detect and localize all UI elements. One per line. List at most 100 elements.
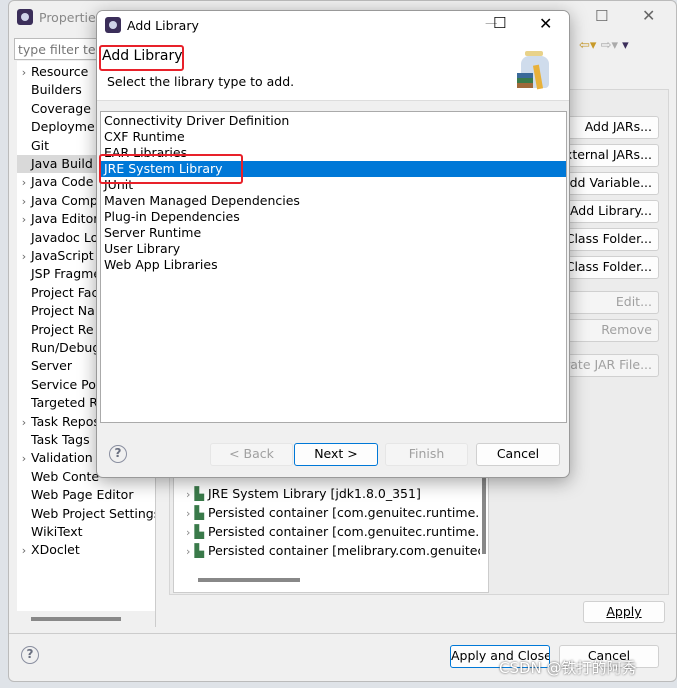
library-entry-label: Persisted container [com.genuitec.runtim… <box>208 505 480 520</box>
tree-item[interactable]: Web Project Settings <box>17 505 155 523</box>
library-type-item[interactable]: User Library <box>101 241 566 257</box>
add-library-dialog: Add Library — ☐ ✕ Add Library Select the… <box>96 10 570 478</box>
tree-item-label: JavaScript <box>31 248 94 263</box>
apply-label: Apply <box>606 604 642 619</box>
library-entry-label: Persisted container [com.genuitec.runtim… <box>208 524 480 539</box>
back-arrow-icon[interactable]: ⇦▾ <box>579 38 596 53</box>
tree-item-label: Git <box>31 137 50 153</box>
chevron-right-icon[interactable]: › <box>17 64 31 82</box>
library-icon: ▙ <box>194 486 205 501</box>
chevron-right-icon[interactable]: › <box>17 450 31 468</box>
menu-icon[interactable]: ▾ <box>622 38 629 53</box>
tree-item[interactable]: Deployme <box>17 118 95 136</box>
library-entry[interactable]: › ▙ Persisted container [melibrary.com.g… <box>174 541 480 560</box>
cancel-button[interactable]: Cancel <box>476 443 560 466</box>
tree-item-label: Java Build P <box>31 156 105 171</box>
tree-scrollbar[interactable] <box>31 617 121 621</box>
chevron-right-icon[interactable]: › <box>17 211 31 229</box>
nav-arrows[interactable]: ⇦▾ ⇨▾ ▾ <box>579 38 629 53</box>
library-type-item[interactable]: Connectivity Driver Definition <box>101 113 566 129</box>
tree-item[interactable]: WikiText <box>17 523 83 541</box>
close-button[interactable]: ✕ <box>539 14 552 33</box>
eclipse-icon <box>17 9 33 25</box>
tree-item[interactable]: › Java Comp <box>17 192 98 210</box>
tree-item-label: Builders <box>31 82 82 98</box>
help-icon[interactable]: ? <box>109 445 127 463</box>
library-type-item[interactable]: Server Runtime <box>101 225 566 241</box>
close-button[interactable]: ✕ <box>642 6 655 25</box>
chevron-right-icon[interactable]: › <box>17 542 31 560</box>
forward-arrow-icon[interactable]: ⇨▾ <box>601 38 618 53</box>
tree-item[interactable]: Project Re <box>17 321 94 339</box>
tree-item[interactable]: › JavaScript <box>17 247 94 265</box>
tree-item-label: Java Comp <box>31 192 98 208</box>
tree-item[interactable]: Coverage <box>17 100 91 118</box>
tree-item[interactable]: Git <box>17 137 49 155</box>
chevron-right-icon[interactable]: › <box>17 414 31 432</box>
tree-item[interactable]: › XDoclet <box>17 541 80 559</box>
library-icon: ▙ <box>194 505 205 520</box>
tree-item[interactable]: Service Po <box>17 376 96 394</box>
tree-item-label: Task Repos <box>31 413 100 429</box>
header-subtitle: Select the library type to add. <box>107 74 295 89</box>
tree-item[interactable]: › Java Code <box>17 173 94 192</box>
library-entry[interactable]: › ▙ Persisted container [com.genuitec.ru… <box>174 503 480 522</box>
tree-item[interactable]: Javadoc Lo <box>17 229 98 247</box>
library-icon: ▙ <box>194 524 205 539</box>
tree-item[interactable]: Project Fac <box>17 284 98 302</box>
tree-item-label: WikiText <box>31 524 83 539</box>
tree-item-label: Targeted R <box>31 395 98 411</box>
finish-button[interactable]: Finish <box>385 443 468 466</box>
chevron-right-icon[interactable]: › <box>17 248 31 266</box>
tree-item[interactable]: › Resource <box>17 63 89 82</box>
tree-item[interactable]: JSP Fragme <box>17 265 101 283</box>
help-icon[interactable]: ? <box>21 646 39 664</box>
maximize-button[interactable]: ☐ <box>493 14 506 32</box>
library-entry-label: JRE System Library [jdk1.8.0_351] <box>208 486 421 501</box>
chevron-right-icon[interactable]: › <box>186 545 190 558</box>
chevron-right-icon[interactable]: › <box>17 193 31 211</box>
tree-item[interactable]: Web Conte <box>17 468 99 486</box>
watermark: CSDN @铁打的阿秀 <box>499 659 637 677</box>
chevron-right-icon[interactable]: › <box>186 526 190 539</box>
library-entry[interactable]: › ▙ Persisted container [com.genuitec.ru… <box>174 522 480 541</box>
dialog-titlebar: Add Library — ☐ ✕ <box>97 11 569 39</box>
library-type-item[interactable]: Web App Libraries <box>101 257 566 273</box>
chevron-right-icon[interactable]: › <box>186 488 190 501</box>
tree-item[interactable]: › Validation <box>17 449 93 467</box>
back-button[interactable]: < Back <box>210 443 293 466</box>
tree-item-label: Project Re <box>31 321 94 337</box>
tree-item[interactable]: › Java Editor <box>17 210 99 229</box>
library-type-item[interactable]: Maven Managed Dependencies <box>101 193 566 209</box>
next-button[interactable]: Next > <box>294 443 378 466</box>
library-type-item[interactable]: Plug-in Dependencies <box>101 209 566 225</box>
tree-item-label: Validation <box>31 450 93 466</box>
chevron-right-icon[interactable]: › <box>17 174 31 192</box>
tree-item[interactable]: Targeted R <box>17 394 98 412</box>
tree-item[interactable]: Task Tags <box>17 431 90 449</box>
hscrollbar[interactable] <box>198 578 300 582</box>
tree-item-label: Deployme <box>31 119 95 135</box>
library-type-item[interactable]: CXF Runtime <box>101 129 566 145</box>
library-icon: ▙ <box>194 543 205 558</box>
tree-item[interactable]: Server <box>17 357 72 375</box>
library-jar-icon <box>515 51 555 93</box>
tree-item-label: Project Fac <box>31 284 99 300</box>
tree-item[interactable]: › Task Repos <box>17 413 100 431</box>
properties-title: Properties <box>39 9 103 25</box>
tree-item[interactable]: Run/Debug <box>17 339 100 357</box>
apply-button[interactable]: Apply <box>583 601 665 623</box>
chevron-right-icon[interactable]: › <box>186 507 190 520</box>
libraries-tree: › ▙ JRE System Library [jdk1.8.0_351] › ▙… <box>173 473 489 593</box>
tree-item[interactable]: Builders <box>17 81 82 99</box>
tree-item[interactable]: Web Page Editor <box>17 486 133 504</box>
dialog-title: Add Library <box>127 17 199 33</box>
tree-item-label: JSP Fragme <box>31 266 102 282</box>
library-entry[interactable]: › ▙ JRE System Library [jdk1.8.0_351] <box>174 484 480 503</box>
tree-item[interactable]: Project Na <box>17 302 95 320</box>
vscrollbar[interactable] <box>482 474 486 554</box>
tree-item-label: Coverage <box>31 100 91 116</box>
tree-item-label: Run/Debug <box>31 340 101 355</box>
maximize-button[interactable]: ☐ <box>595 7 608 25</box>
tree-item-label: Java Code <box>31 174 94 190</box>
